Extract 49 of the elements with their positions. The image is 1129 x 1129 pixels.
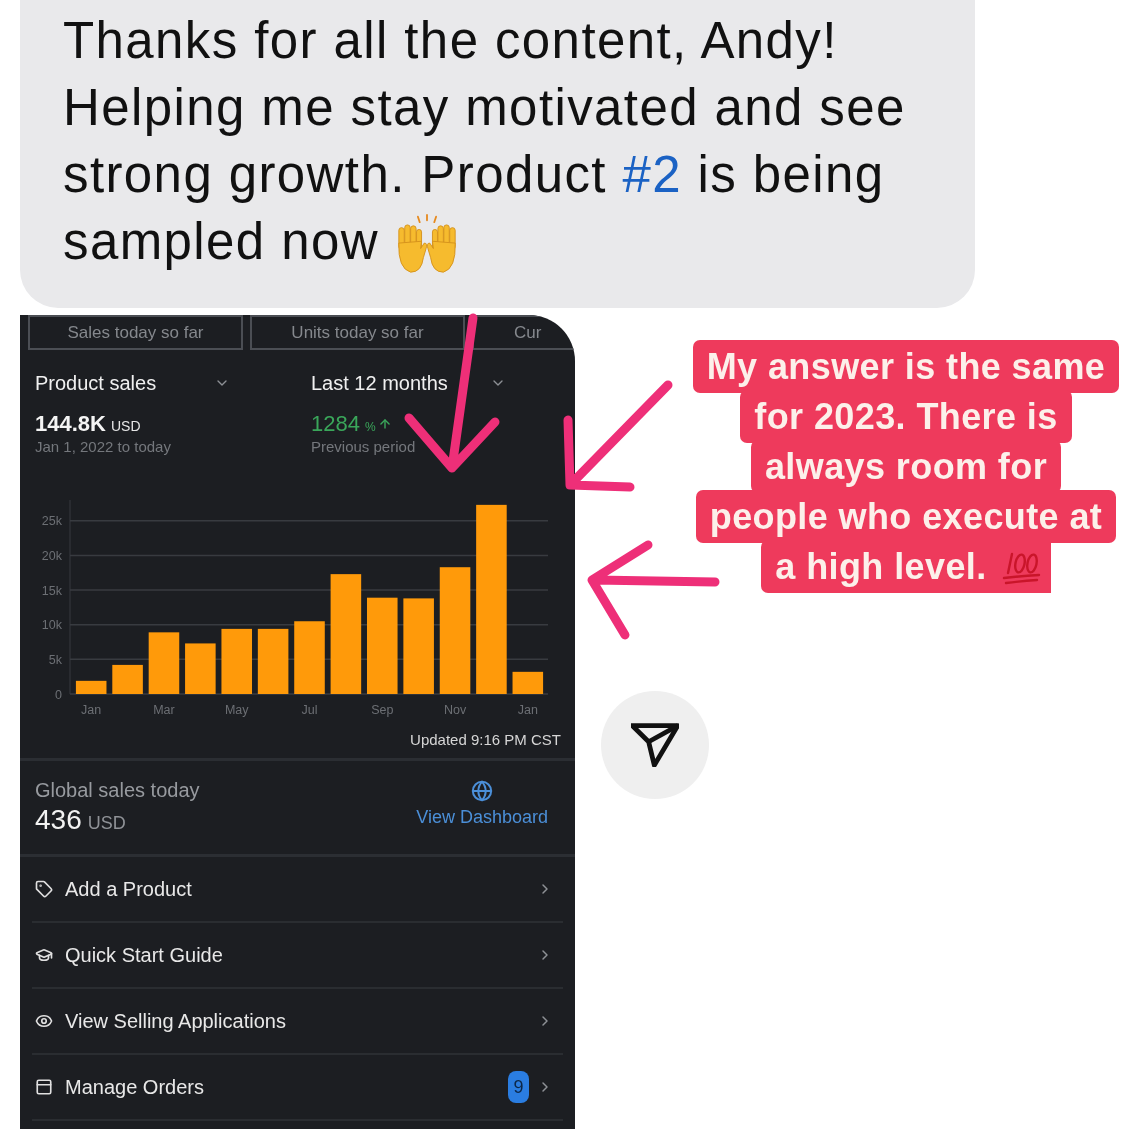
globe-icon [471,780,494,802]
axis-tick-label: 20k [41,548,62,563]
summary-card: Cur [472,315,575,350]
menu-item[interactable]: View Selling Applications [32,989,563,1055]
summary-card: Units today so far [250,315,465,350]
chart-bar [221,628,252,694]
chart-bar [148,632,180,694]
total-sales-value: 144.8K [35,413,106,435]
summary-card: Sales today so far [28,315,243,350]
dashboard-link[interactable]: View Dashboard [416,780,548,828]
comparison-caption: Previous period [311,438,417,456]
axis-tick-label: Jan [81,703,102,717]
axis-tick-label: 0 [55,687,62,702]
tag-icon [35,880,53,898]
axis-tick-label: 10k [41,618,62,633]
axis-tick-label: May [224,703,249,717]
metric-dropdown[interactable]: Product sales [35,371,230,395]
menu-item[interactable]: Manage Orders 9 [32,1055,563,1121]
hashtag-link[interactable]: #2 [622,146,682,203]
global-sales-value: 436 [35,804,82,836]
graduation-cap-icon [35,946,53,964]
menu-item[interactable]: Quick Start Guide [32,923,563,989]
updated-time-text: Updated 9:16 PM CST [410,731,561,749]
chart-bar [75,680,107,694]
axis-tick-label: Sep [371,703,394,717]
currency-unit: USD [110,418,141,434]
chart-bar [512,671,544,694]
axis-tick-label: Nov [443,703,467,717]
axis-tick-label: 25k [41,514,62,529]
chart-bar [257,628,289,694]
paper-plane-icon [631,723,679,767]
date-range-text: Jan 1, 2022 to today [35,438,172,456]
axis-tick-label: 15k [41,583,62,598]
menu-item[interactable]: Add a Product [32,857,563,923]
panel-icon [35,1078,53,1096]
axis-tick-label: 5k [48,652,62,667]
count-badge: 9 [508,1071,529,1103]
chart-bar [112,664,143,694]
percent-unit: % [364,420,376,434]
message-text: sampled now [63,212,379,272]
period-dropdown[interactable]: Last 12 months [311,371,506,395]
global-sales-label: Global sales today [35,778,200,802]
axis-tick-label: Jan [517,703,538,717]
axis-tick-label: Jul [301,703,318,717]
currency-unit: USD [87,813,126,834]
chart-bar [185,643,216,694]
change-value: 1284 [311,413,360,435]
eye-icon [35,1012,53,1030]
axis-tick-label: Mar [153,703,175,717]
